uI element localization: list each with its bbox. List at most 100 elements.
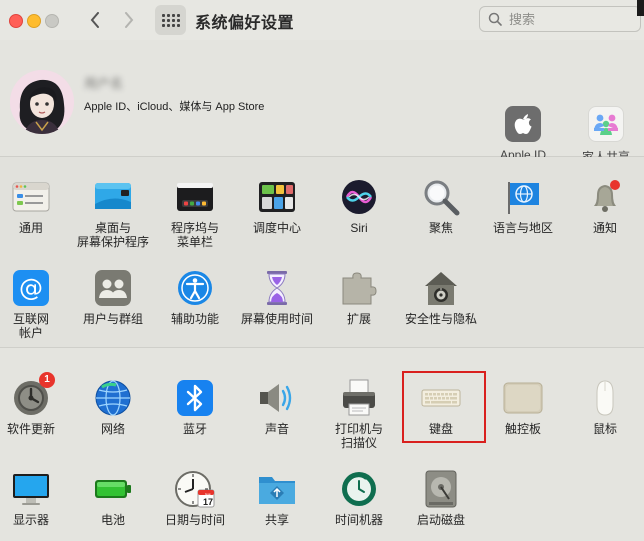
account-subtitle: Apple ID、iCloud、媒体与 App Store bbox=[84, 101, 265, 113]
pref-label: 通用 bbox=[18, 221, 43, 235]
close-window-button[interactable] bbox=[9, 14, 23, 28]
pref-label: 程序坞与 菜单栏 bbox=[170, 221, 219, 249]
pref-label: 蓝牙 bbox=[182, 422, 207, 436]
chevron-right-icon bbox=[125, 12, 134, 28]
language-region-icon bbox=[503, 177, 543, 217]
internet-accounts-icon: @ bbox=[11, 268, 51, 308]
desktop-screensaver-icon bbox=[93, 177, 133, 217]
pref-label: 通知 bbox=[592, 221, 617, 235]
show-all-button[interactable] bbox=[155, 5, 186, 35]
zoom-window-button[interactable] bbox=[45, 14, 59, 28]
startup-disk-icon bbox=[421, 469, 461, 509]
pref-label: 时间机器 bbox=[334, 513, 383, 527]
pref-internet-accounts[interactable]: @ 互联网 帐户 bbox=[0, 268, 71, 340]
pref-battery[interactable]: 电池 bbox=[73, 469, 153, 527]
pref-desktop-screensaver[interactable]: 桌面与 屏幕保护程序 bbox=[73, 177, 153, 249]
date-time-icon: JUL 17 bbox=[175, 469, 215, 509]
pref-security-privacy[interactable]: 安全性与隐私 bbox=[401, 268, 481, 326]
dock-menubar-icon bbox=[175, 177, 215, 217]
minimize-window-button[interactable] bbox=[27, 14, 41, 28]
toolbar: 系统偏好设置 bbox=[0, 0, 644, 40]
avatar[interactable] bbox=[10, 70, 74, 134]
apple-logo-icon bbox=[505, 106, 541, 142]
users-groups-icon bbox=[93, 268, 133, 308]
pref-label: 聚焦 bbox=[428, 221, 453, 235]
pref-network[interactable]: 网络 bbox=[73, 378, 153, 436]
pref-notifications[interactable]: 通知 bbox=[565, 177, 644, 235]
pref-date-time[interactable]: JUL 17 日期与时间 bbox=[155, 469, 235, 527]
accessibility-icon bbox=[175, 268, 215, 308]
pref-time-machine[interactable]: 时间机器 bbox=[319, 469, 399, 527]
pref-accessibility[interactable]: 辅助功能 bbox=[155, 268, 235, 326]
pref-sound[interactable]: 声音 bbox=[237, 378, 317, 436]
family-sharing-icon bbox=[588, 106, 624, 142]
pref-label: 鼠标 bbox=[592, 422, 617, 436]
svg-text:@: @ bbox=[19, 274, 43, 302]
battery-icon bbox=[93, 469, 133, 509]
apple-id-button[interactable]: Apple ID bbox=[483, 106, 563, 162]
grid-icon bbox=[161, 13, 180, 27]
mission-control-icon bbox=[257, 177, 297, 217]
pref-extensions[interactable]: 扩展 bbox=[319, 268, 399, 326]
sound-icon bbox=[257, 378, 297, 418]
search-field[interactable] bbox=[479, 6, 641, 32]
pref-label: 软件更新 bbox=[6, 422, 55, 436]
pref-screen-time[interactable]: 屏幕使用时间 bbox=[237, 268, 317, 326]
pref-sharing[interactable]: 共享 bbox=[237, 469, 317, 527]
screen-time-icon bbox=[257, 268, 297, 308]
siri-icon bbox=[339, 177, 379, 217]
pref-software-update[interactable]: 1 软件更新 bbox=[0, 372, 71, 436]
pref-label: 电池 bbox=[100, 513, 125, 527]
mouse-icon bbox=[585, 378, 625, 418]
pref-label: 屏幕使用时间 bbox=[240, 312, 313, 326]
pref-label: 日期与时间 bbox=[164, 513, 225, 527]
pref-label: 显示器 bbox=[12, 513, 49, 527]
search-input[interactable] bbox=[507, 10, 631, 28]
pref-label: Siri bbox=[350, 221, 368, 235]
pref-siri[interactable]: Siri bbox=[319, 177, 399, 235]
back-button[interactable] bbox=[84, 9, 106, 31]
printers-scanners-icon bbox=[339, 378, 379, 418]
window-corner-tab bbox=[637, 0, 644, 16]
network-icon bbox=[93, 378, 133, 418]
pref-label: 声音 bbox=[264, 422, 289, 436]
pref-label: 安全性与隐私 bbox=[404, 312, 477, 326]
time-machine-icon bbox=[339, 469, 379, 509]
pref-language-region[interactable]: 语言与地区 bbox=[483, 177, 563, 235]
general-icon bbox=[11, 177, 51, 217]
displays-icon bbox=[11, 469, 51, 509]
pref-label: 启动磁盘 bbox=[416, 513, 465, 527]
pref-mission-control[interactable]: 调度中心 bbox=[237, 177, 317, 235]
extensions-icon bbox=[339, 268, 379, 308]
pref-label: 共享 bbox=[264, 513, 289, 527]
pref-label: 打印机与 扫描仪 bbox=[334, 422, 383, 450]
notifications-icon bbox=[585, 177, 625, 217]
pref-printers-scanners[interactable]: 打印机与 扫描仪 bbox=[319, 378, 399, 450]
pref-users-groups[interactable]: 用户与群组 bbox=[73, 268, 153, 326]
software-update-icon: 1 bbox=[11, 372, 55, 418]
forward-button[interactable] bbox=[118, 9, 140, 31]
spotlight-icon bbox=[421, 177, 461, 217]
pref-trackpad[interactable]: 触控板 bbox=[483, 378, 563, 436]
pref-label: 辅助功能 bbox=[170, 312, 219, 326]
pref-label: 扩展 bbox=[346, 312, 371, 326]
security-privacy-icon bbox=[421, 268, 461, 308]
pref-general[interactable]: 通用 bbox=[0, 177, 71, 235]
pref-label: 用户与群组 bbox=[82, 312, 143, 326]
trackpad-icon bbox=[503, 378, 543, 418]
pref-bluetooth[interactable]: 蓝牙 bbox=[155, 378, 235, 436]
pref-startup-disk[interactable]: 启动磁盘 bbox=[401, 469, 481, 527]
window-title: 系统偏好设置 bbox=[195, 15, 295, 32]
pref-mouse[interactable]: 鼠标 bbox=[565, 378, 644, 436]
pref-label: 语言与地区 bbox=[492, 221, 553, 235]
pref-dock-menubar[interactable]: 程序坞与 菜单栏 bbox=[155, 177, 235, 249]
pref-label: 桌面与 屏幕保护程序 bbox=[76, 221, 149, 249]
pref-displays[interactable]: 显示器 bbox=[0, 469, 71, 527]
sharing-icon bbox=[257, 469, 297, 509]
date-icon-day: 17 bbox=[202, 497, 213, 507]
pref-spotlight[interactable]: 聚焦 bbox=[401, 177, 481, 235]
update-count-badge: 1 bbox=[39, 372, 55, 388]
pref-label: 触控板 bbox=[504, 422, 541, 436]
search-icon bbox=[488, 12, 502, 26]
pref-label: 调度中心 bbox=[252, 221, 301, 235]
